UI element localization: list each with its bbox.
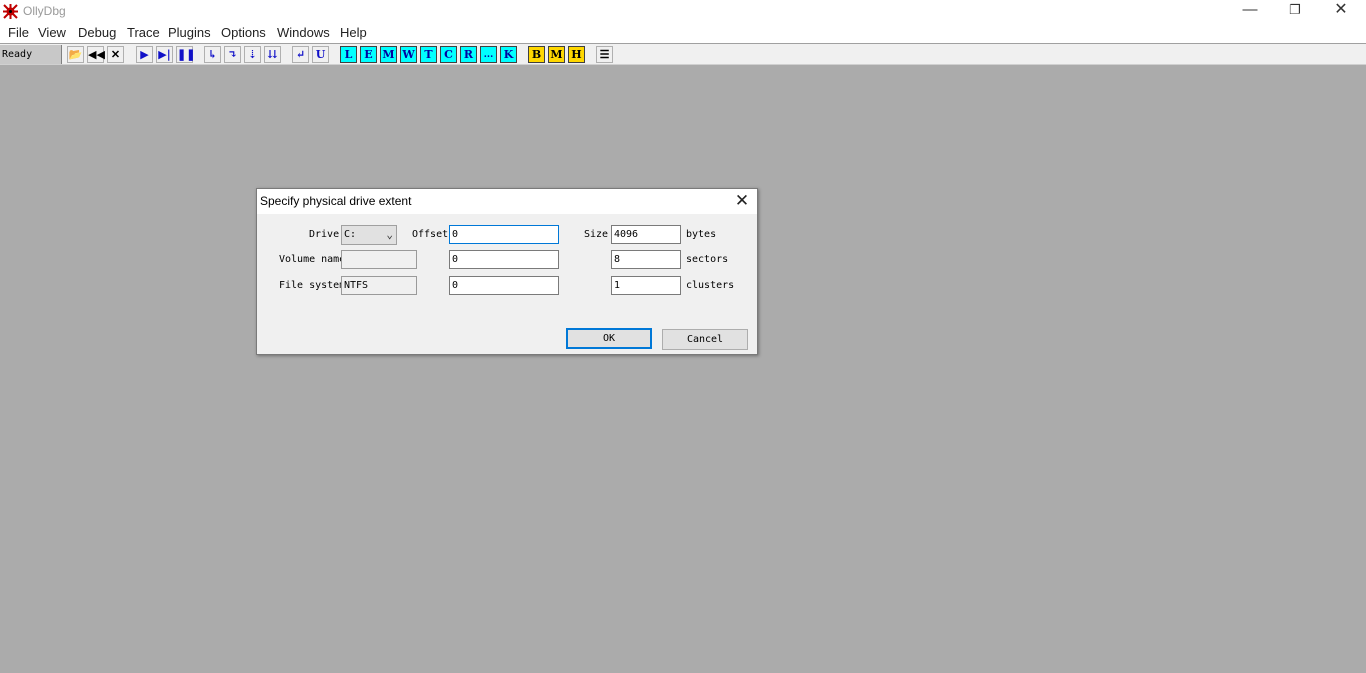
drive-label: Drive [309,229,340,240]
size-label: Size [584,229,609,240]
chevron-down-icon: ⌄ [386,228,393,241]
windows-window-icon[interactable]: W [400,46,417,63]
threads-window-icon[interactable]: T [420,46,437,63]
offset-clusters-input[interactable]: 0 [449,276,559,295]
dialog-title-bar: Specify physical drive extent ✕ [257,189,757,214]
memory-breakpoints-icon[interactable]: M [548,46,565,63]
close-window-button[interactable]: ✕ [1318,0,1364,22]
menu-view[interactable]: View [38,25,66,40]
run-thread-icon[interactable]: ▶| [156,46,173,63]
execute-till-return-icon[interactable]: ↵ [292,46,309,63]
bytes-label: bytes [686,229,717,240]
offset-input[interactable]: 0 [449,225,559,244]
minimize-button[interactable]: — [1227,0,1273,22]
menu-help[interactable]: Help [340,25,367,40]
dialog-title: Specify physical drive extent [260,194,412,208]
offset-label: Offset [412,229,449,240]
pause-icon[interactable]: ❚❚ [176,46,195,63]
status-indicator: Ready [0,45,62,64]
drive-extent-dialog: Specify physical drive extent ✕ Drive C:… [256,188,758,355]
close-program-icon[interactable]: ✕ [107,46,124,63]
animate-into-icon[interactable]: ⇣ [244,46,261,63]
bug-icon [3,4,18,19]
step-into-icon[interactable]: ↳ [204,46,221,63]
size-bytes-input[interactable]: 4096 [611,225,681,244]
drive-select[interactable]: C: ⌄ [341,225,397,245]
toolbar: Ready 📂 ◀◀ ✕ ▶ ▶| ❚❚ ↳ ↴ ⇣ ⇊ ↵ U L E M W T C R... K B M H ☰ [0,43,1366,65]
call-stack-icon[interactable]: K [500,46,517,63]
execute-till-user-code-icon[interactable]: U [312,46,329,63]
animate-over-icon[interactable]: ⇊ [264,46,281,63]
open-icon[interactable]: 📂 [67,46,84,63]
cpu-window-icon[interactable]: C [440,46,457,63]
file-system-field: NTFS [341,276,417,295]
ok-button[interactable]: OK [566,328,652,349]
sectors-label: sectors [686,254,729,265]
menu-file[interactable]: File [8,25,29,40]
breakpoints-icon[interactable]: B [528,46,545,63]
size-clusters-input[interactable]: 1 [611,276,681,295]
run-icon[interactable]: ▶ [136,46,153,63]
menu-windows[interactable]: Windows [277,25,330,40]
volume-name-field [341,250,417,269]
run-trace-icon[interactable]: ... [480,46,497,63]
window-title: OllyDbg [23,4,66,18]
hardware-breakpoints-icon[interactable]: H [568,46,585,63]
maximize-button[interactable]: ❐ [1272,0,1318,22]
size-sectors-input[interactable]: 8 [611,250,681,269]
dialog-close-button[interactable]: ✕ [727,189,757,214]
offset-sectors-input[interactable]: 0 [449,250,559,269]
clusters-label: clusters [686,280,735,291]
step-over-icon[interactable]: ↴ [224,46,241,63]
references-window-icon[interactable]: R [460,46,477,63]
list-icon[interactable]: ☰ [596,46,613,63]
title-bar: OllyDbg — ❐ ✕ [0,0,1366,22]
menu-trace[interactable]: Trace [127,25,160,40]
cancel-button[interactable]: Cancel [662,329,748,350]
log-window-icon[interactable]: L [340,46,357,63]
restart-icon[interactable]: ◀◀ [87,46,105,63]
menu-plugins[interactable]: Plugins [168,25,211,40]
menu-bar: File View Debug Trace Plugins Options Wi… [0,22,1366,43]
memory-window-icon[interactable]: M [380,46,397,63]
drive-value: C: [344,229,357,240]
menu-debug[interactable]: Debug [78,25,116,40]
volume-name-label: Volume name [279,254,346,265]
file-system-label: File system [279,280,346,291]
menu-options[interactable]: Options [221,25,266,40]
modules-window-icon[interactable]: E [360,46,377,63]
